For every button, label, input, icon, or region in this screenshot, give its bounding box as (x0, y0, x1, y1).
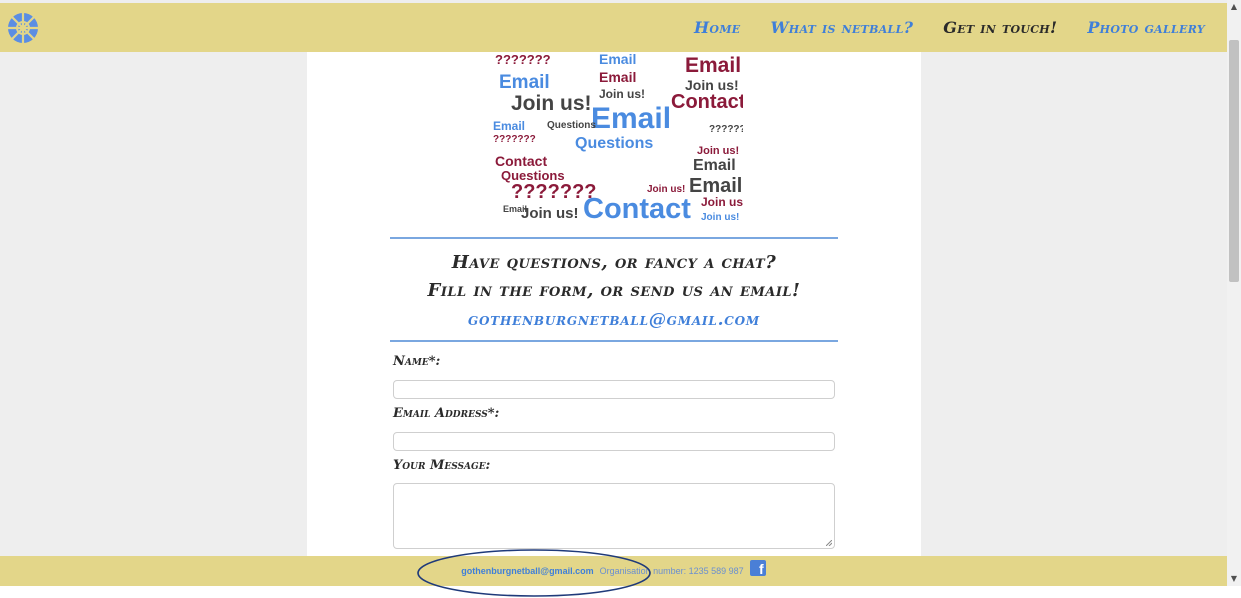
footer: gothenburgnetball@gmail.com Organisation… (0, 556, 1227, 586)
contact-headline-1: Have questions, or fancy a chat? (451, 252, 777, 273)
wordcloud-word: Email (599, 69, 636, 85)
wordcloud-word: Join us! (697, 145, 739, 157)
message-textarea[interactable] (393, 483, 835, 549)
page-viewport: Home What is netball? Get in touch! Phot… (0, 0, 1227, 586)
contact-wordcloud-image: ??????? Email Email Email Email Join us!… (493, 52, 743, 224)
wordcloud-word: Email (493, 119, 525, 133)
email-input[interactable] (393, 432, 835, 451)
wordcloud-word: Email (689, 175, 742, 197)
email-label: Email Address*: (393, 406, 500, 421)
nav-home[interactable]: Home (694, 18, 740, 37)
nav-photo-gallery[interactable]: Photo gallery (1087, 18, 1205, 37)
message-label: Your Message: (393, 458, 491, 473)
nav-get-in-touch[interactable]: Get in touch! (943, 18, 1057, 37)
wordcloud-word: ??????? (495, 52, 551, 67)
wordcloud-word: Join us! (511, 92, 592, 115)
name-label: Name*: (393, 354, 441, 369)
wordcloud-word: ??????? (493, 134, 536, 145)
wordcloud-word: Email (599, 52, 636, 67)
footer-row: gothenburgnetball@gmail.com Organisation… (0, 556, 1227, 586)
scroll-thumb[interactable] (1229, 40, 1239, 282)
wordcloud-word: Questions (575, 135, 653, 152)
scroll-up-icon[interactable]: ▲ (1227, 0, 1241, 14)
wordcloud-word: Email (591, 102, 671, 135)
navbar: Home What is netball? Get in touch! Phot… (0, 3, 1227, 52)
divider-top (390, 237, 838, 239)
wordcloud-word: Contact (495, 153, 547, 169)
wordcloud-word: Contact (583, 193, 691, 224)
contact-headline-2: Fill in the form, or send us an email! (427, 280, 801, 301)
scroll-down-icon[interactable]: ▼ (1227, 572, 1241, 586)
wordcloud-word: Join us! (701, 212, 739, 223)
footer-email-link[interactable]: gothenburgnetball@gmail.com (461, 566, 593, 576)
name-input[interactable] (393, 380, 835, 399)
divider-bottom (390, 340, 838, 342)
wordcloud-word: Email (693, 157, 736, 174)
content-panel: ??????? Email Email Email Email Join us!… (307, 52, 921, 556)
facebook-icon[interactable]: f (749, 560, 766, 576)
wordcloud-word: Email (499, 72, 550, 93)
wordcloud-word: Join us! (521, 205, 579, 222)
wordcloud-word: Join us! (599, 87, 645, 101)
wordcloud-word: Contact (671, 91, 743, 113)
wordcloud-word: Email (503, 204, 527, 214)
contact-email-link[interactable]: gothenburgnetball@gmail.com (307, 310, 921, 330)
wordcloud-word: Email (685, 54, 741, 77)
netball-icon[interactable] (7, 12, 39, 44)
nav-links: Home What is netball? Get in touch! Phot… (664, 3, 1205, 52)
footer-org-number: Organisation number: 1235 589 987 (599, 566, 744, 576)
nav-what-is-netball[interactable]: What is netball? (770, 18, 913, 37)
resize-grip-icon[interactable] (826, 540, 832, 546)
vertical-scrollbar[interactable]: ▲ ▼ (1227, 0, 1241, 586)
wordcloud-word: ??????? (709, 124, 743, 135)
wordcloud-word: Questions (547, 120, 596, 131)
wordcloud-word: Join us! (701, 195, 743, 209)
